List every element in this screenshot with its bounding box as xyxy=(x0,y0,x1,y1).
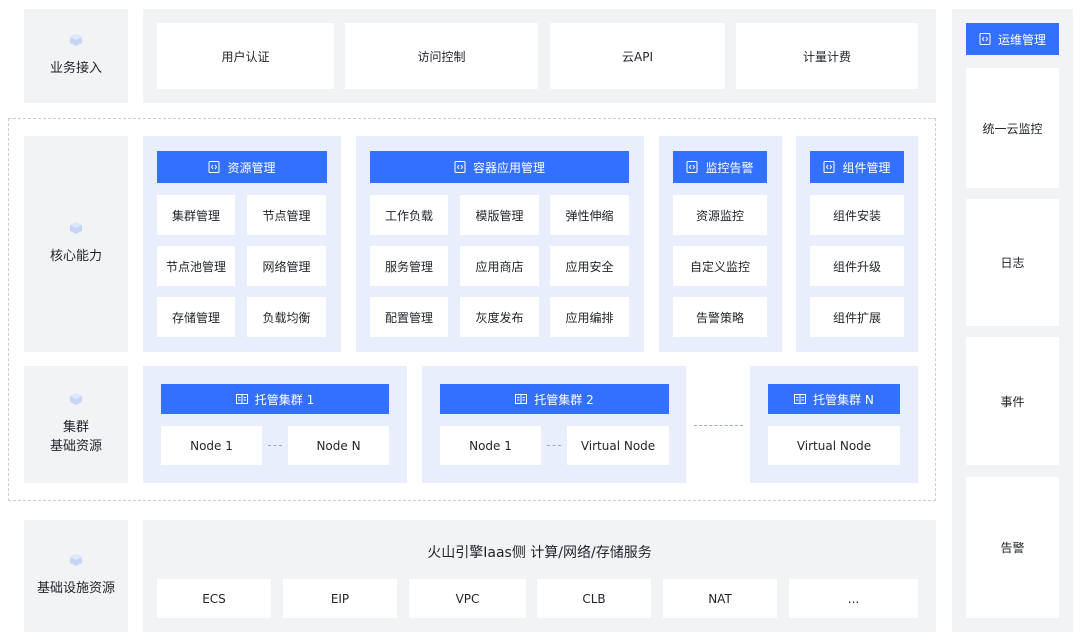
row-label-access: 业务接入 xyxy=(24,9,128,103)
access-item: 用户认证 xyxy=(157,23,334,89)
code-doc-icon xyxy=(454,161,466,173)
cluster-1-header: 托管集群 1 xyxy=(161,384,389,414)
container-item: 应用商店 xyxy=(460,246,539,286)
resource-item: 节点管理 xyxy=(247,195,326,235)
server-icon xyxy=(235,393,248,405)
resource-item: 集群管理 xyxy=(157,195,235,235)
infra-item: NAT xyxy=(663,579,777,618)
infra-item: CLB xyxy=(537,579,651,618)
cluster-2-header: 托管集群 2 xyxy=(440,384,669,414)
resource-item: 节点池管理 xyxy=(157,246,235,286)
ellipsis-connector xyxy=(268,445,282,446)
row-label-infra: 基础设施资源 xyxy=(24,520,128,632)
cube-icon xyxy=(70,393,82,405)
cluster-1-title: 托管集群 1 xyxy=(254,392,315,407)
infra-item: EIP xyxy=(283,579,397,618)
container-group-title: 容器应用管理 xyxy=(472,160,545,175)
container-item: 应用安全 xyxy=(550,246,629,286)
cluster-2-title: 托管集群 2 xyxy=(534,392,594,407)
infra-item: VPC xyxy=(409,579,526,618)
cube-icon xyxy=(70,34,82,46)
ops-header: 运维管理 xyxy=(966,23,1059,55)
resource-group-title: 资源管理 xyxy=(227,160,276,175)
row-label-text: 业务接入 xyxy=(49,61,102,76)
component-item: 组件升级 xyxy=(810,246,904,286)
row-label-text-2: 基础资源 xyxy=(49,439,102,454)
component-group-header: 组件管理 xyxy=(810,151,904,183)
ops-item: 日志 xyxy=(966,199,1059,326)
monitor-item: 告警策略 xyxy=(673,297,767,337)
ops-item: 统一云监控 xyxy=(966,68,1059,188)
code-doc-icon xyxy=(823,161,835,173)
access-item: 计量计费 xyxy=(736,23,918,89)
component-group-title: 组件管理 xyxy=(842,160,891,175)
resource-item: 负载均衡 xyxy=(247,297,326,337)
component-item: 组件扩展 xyxy=(810,297,904,337)
container-item: 工作负载 xyxy=(370,195,448,235)
cluster-2-node-first: Node 1 xyxy=(440,426,541,465)
ops-item: 告警 xyxy=(966,477,1059,618)
container-item: 配置管理 xyxy=(370,297,448,337)
row-label-text-1: 集群 xyxy=(62,420,89,435)
cluster-n-header: 托管集群 N xyxy=(768,384,900,414)
row-label-text: 核心能力 xyxy=(49,249,102,264)
row-label-core: 核心能力 xyxy=(24,136,128,352)
code-doc-icon xyxy=(208,161,220,173)
access-item: 云API xyxy=(550,23,725,89)
code-doc-icon xyxy=(686,161,698,173)
row-label-text: 基础设施资源 xyxy=(36,581,115,596)
server-icon xyxy=(794,393,807,405)
code-doc-icon xyxy=(979,33,991,45)
cube-icon xyxy=(70,554,82,566)
cluster-n-node: Virtual Node xyxy=(768,426,900,465)
monitor-group-header: 监控告警 xyxy=(673,151,767,183)
monitor-group-title: 监控告警 xyxy=(705,160,754,175)
component-item: 组件安装 xyxy=(810,195,904,235)
cluster-1-node-last: Node N xyxy=(288,426,389,465)
infra-item: ECS xyxy=(157,579,271,618)
container-group-header: 容器应用管理 xyxy=(370,151,629,183)
resource-group-header: 资源管理 xyxy=(157,151,327,183)
monitor-item: 自定义监控 xyxy=(673,246,767,286)
cluster-2-node-last: Virtual Node xyxy=(567,426,669,465)
container-item: 灰度发布 xyxy=(460,297,539,337)
ops-title: 运维管理 xyxy=(997,32,1046,47)
cube-icon xyxy=(70,222,82,234)
container-item: 弹性伸缩 xyxy=(550,195,629,235)
infra-item: ... xyxy=(789,579,918,618)
container-item: 服务管理 xyxy=(370,246,448,286)
monitor-item: 资源监控 xyxy=(673,195,767,235)
ops-item: 事件 xyxy=(966,337,1059,465)
ellipsis-connector xyxy=(694,425,743,426)
resource-item: 网络管理 xyxy=(247,246,326,286)
row-label-cluster: 集群 基础资源 xyxy=(24,366,128,483)
server-icon xyxy=(515,393,528,405)
access-item: 访问控制 xyxy=(345,23,538,89)
ellipsis-connector xyxy=(547,445,561,446)
container-item: 模版管理 xyxy=(460,195,539,235)
infra-title: 火山引擎Iaas侧 计算/网络/存储服务 xyxy=(427,545,652,561)
cluster-n-title: 托管集群 N xyxy=(813,392,874,407)
cluster-1-node-first: Node 1 xyxy=(161,426,262,465)
container-item: 应用编排 xyxy=(550,297,629,337)
resource-item: 存储管理 xyxy=(157,297,235,337)
